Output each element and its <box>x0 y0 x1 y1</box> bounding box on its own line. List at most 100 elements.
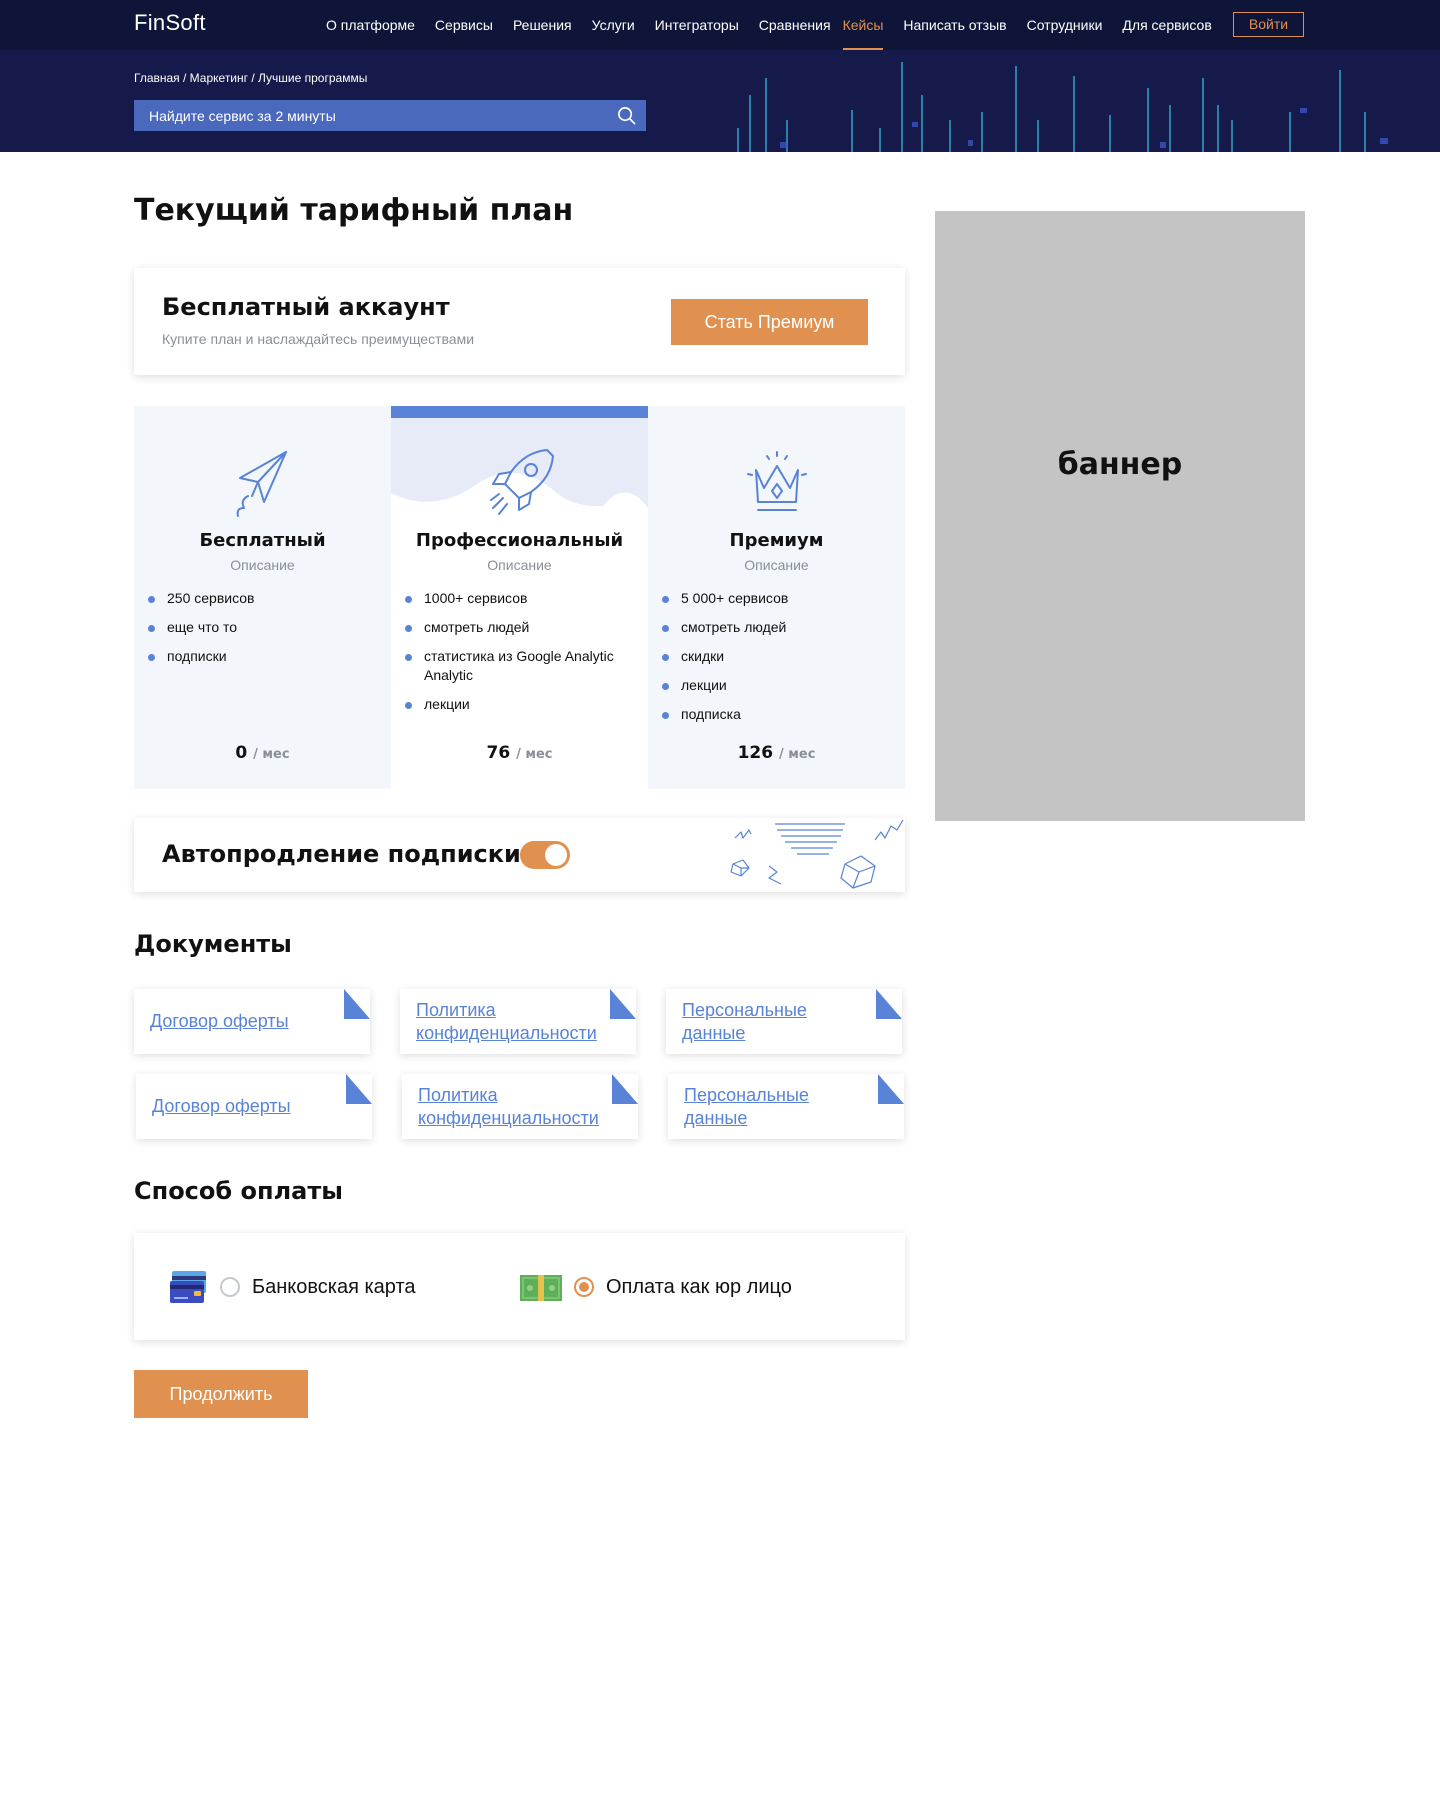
document-card: Политика конфиденциальности <box>402 1074 638 1139</box>
nav-item-solutions[interactable]: Решения <box>513 0 572 50</box>
plan-price-value: 0 <box>235 743 248 763</box>
payment-method-card: Банковская карта Оплата как юр лицо <box>134 1233 905 1340</box>
document-link-offer[interactable]: Договор оферты <box>152 1074 342 1139</box>
account-title: Бесплатный аккаунт <box>162 293 450 321</box>
document-card: Политика конфиденциальности <box>400 989 636 1054</box>
ad-banner[interactable]: баннер <box>935 211 1305 821</box>
document-link-offer[interactable]: Договор оферты <box>150 989 340 1054</box>
plan-price: 76 / мес <box>391 743 648 763</box>
plan-feature: скидки <box>661 647 891 666</box>
plan-card-premium[interactable]: Премиум Описание 5 000+ сервисов смотрет… <box>648 406 905 789</box>
plan-name: Бесплатный <box>199 530 326 551</box>
plan-name: Премиум <box>729 530 824 551</box>
hero-banner: Главная / Маркетинг / Лучшие программы <box>0 50 1440 152</box>
continue-button[interactable]: Продолжить <box>134 1370 308 1418</box>
plan-highlight-bar <box>391 406 648 418</box>
plan-card-professional[interactable]: Профессиональный Описание 1000+ сервисов… <box>391 406 648 789</box>
plan-feature: смотреть людей <box>661 618 891 637</box>
nav-item-consulting[interactable]: Услуги <box>592 0 635 50</box>
nav-item-integrators[interactable]: Интеграторы <box>655 0 739 50</box>
nav-item-for-services[interactable]: Для сервисов <box>1122 0 1211 50</box>
payment-option-label: Оплата как юр лицо <box>606 1275 792 1298</box>
payment-title: Способ оплаты <box>134 1177 343 1205</box>
plan-name: Профессиональный <box>415 530 624 551</box>
document-card: Договор оферты <box>134 989 370 1054</box>
plan-card-free[interactable]: Бесплатный Описание 250 сервисов еще что… <box>134 406 391 789</box>
nav-item-platform[interactable]: О платформе <box>326 0 415 50</box>
document-card: Персональные данные <box>666 989 902 1054</box>
plan-feature: подписка <box>661 705 891 724</box>
document-link-privacy[interactable]: Политика конфиденциальности <box>418 1074 608 1139</box>
cash-icon <box>520 1275 562 1301</box>
payment-option-label: Банковская карта <box>252 1275 416 1298</box>
autorenew-card: Автопродление подписки <box>134 818 905 892</box>
page-corner-icon <box>610 989 636 1019</box>
banner-label: баннер <box>1057 447 1183 482</box>
geometric-doodle-decoration <box>730 819 904 889</box>
toggle-knob <box>545 844 567 866</box>
page-corner-icon <box>878 1074 904 1104</box>
plan-description: Описание <box>744 557 809 573</box>
plan-features-list: 1000+ сервисов смотреть людей статистика… <box>404 589 634 724</box>
plan-features-list: 250 сервисов еще что то подписки <box>147 589 377 676</box>
plan-features-list: 5 000+ сервисов смотреть людей скидки ле… <box>661 589 891 734</box>
page-title: Текущий тарифный план <box>134 193 574 228</box>
autorenew-label: Автопродление подписки <box>162 840 521 868</box>
plan-feature: смотреть людей <box>404 618 634 637</box>
nav-item-services[interactable]: Сервисы <box>435 0 493 50</box>
page-corner-icon <box>346 1074 372 1104</box>
document-link-personal-data[interactable]: Персональные данные <box>684 1074 874 1139</box>
plan-price-value: 126 <box>737 743 774 763</box>
credit-card-icon <box>170 1271 206 1303</box>
nav-item-cases[interactable]: Кейсы <box>842 0 883 50</box>
search-bar <box>134 100 646 131</box>
top-navbar: FinSoft О платформе Сервисы Решения Услу… <box>0 0 1440 50</box>
plan-price: 0 / мес <box>134 743 391 763</box>
become-premium-button[interactable]: Стать Премиум <box>671 299 868 345</box>
logo[interactable]: FinSoft <box>134 10 206 36</box>
payment-option-card[interactable]: Банковская карта <box>170 1269 416 1305</box>
payment-option-legal-entity[interactable]: Оплата как юр лицо <box>520 1269 792 1305</box>
plan-feature: лекции <box>661 676 891 695</box>
document-link-privacy[interactable]: Политика конфиденциальности <box>416 989 606 1054</box>
radio-bank-card[interactable] <box>220 1277 240 1297</box>
plan-feature: 1000+ сервисов <box>404 589 634 608</box>
plan-description: Описание <box>230 557 295 573</box>
search-icon[interactable] <box>617 106 636 125</box>
radio-legal-entity[interactable] <box>574 1277 594 1297</box>
plan-feature: 5 000+ сервисов <box>661 589 891 608</box>
account-card: Бесплатный аккаунт Купите план и наслажд… <box>134 268 905 375</box>
plan-feature: статистика из Google Analytic Analytic <box>404 647 634 685</box>
account-subtitle: Купите план и наслаждайтесь преимущества… <box>162 331 475 347</box>
document-card: Персональные данные <box>668 1074 904 1139</box>
paper-plane-icon <box>236 451 287 517</box>
plan-description: Описание <box>487 557 552 573</box>
plan-price-period: / мес <box>516 747 553 762</box>
breadcrumb[interactable]: Главная / Маркетинг / Лучшие программы <box>134 71 367 85</box>
login-button[interactable]: Войти <box>1233 12 1304 37</box>
plan-price-period: / мес <box>253 747 290 762</box>
search-input[interactable] <box>134 100 604 131</box>
plans-table: Бесплатный Описание 250 сервисов еще что… <box>134 406 905 789</box>
rocket-icon <box>489 449 554 515</box>
document-card: Договор оферты <box>136 1074 372 1139</box>
nav-item-employees[interactable]: Сотрудники <box>1027 0 1103 50</box>
nav-item-comparisons[interactable]: Сравнения <box>759 0 831 50</box>
plan-feature: 250 сервисов <box>147 589 377 608</box>
document-link-personal-data[interactable]: Персональные данные <box>682 989 872 1054</box>
autorenew-toggle[interactable] <box>520 841 570 869</box>
plan-price: 126 / мес <box>648 743 905 763</box>
nav-item-write-review[interactable]: Написать отзыв <box>903 0 1006 50</box>
main-nav: О платформе Сервисы Решения Услуги Интег… <box>326 0 1232 50</box>
plan-feature: подписки <box>147 647 377 666</box>
crown-icon <box>746 451 807 511</box>
page-corner-icon <box>876 989 902 1019</box>
page-corner-icon <box>344 989 370 1019</box>
plan-price-period: / мес <box>778 747 816 762</box>
documents-title: Документы <box>134 930 292 958</box>
plan-feature: еще что то <box>147 618 377 637</box>
plan-feature: лекции <box>404 695 634 714</box>
plan-price-value: 76 <box>486 743 511 763</box>
page-corner-icon <box>612 1074 638 1104</box>
city-lines-illustration <box>737 62 1388 152</box>
